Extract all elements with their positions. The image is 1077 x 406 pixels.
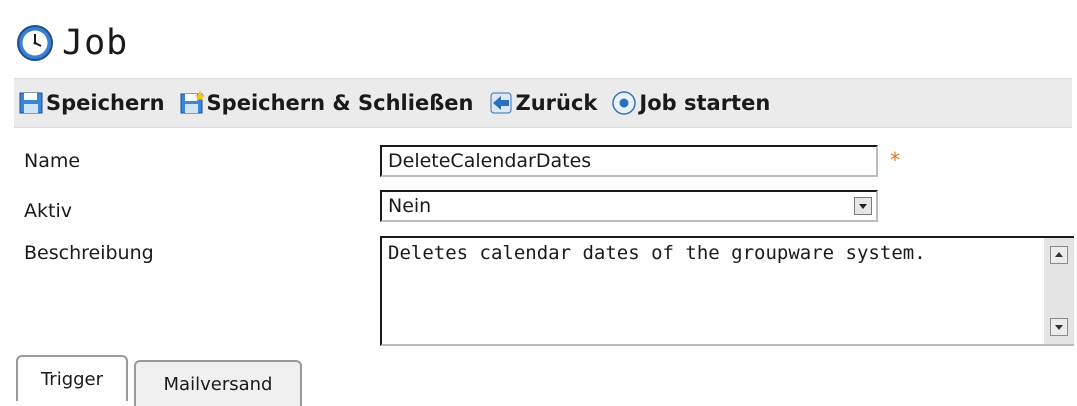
save-close-button[interactable]: Speichern & Schließen [179,90,474,116]
name-label: Name [24,150,81,172]
back-arrow-icon [488,90,514,116]
save-button-label: Speichern [46,91,165,115]
save-button[interactable]: Speichern [18,90,165,116]
save-close-icon [179,90,205,116]
active-label: Aktiv [24,200,72,222]
page-header: Job [16,18,128,68]
page-title: Job [62,23,129,63]
tab-trigger[interactable]: Trigger [16,355,128,401]
scroll-down-icon[interactable] [1050,318,1068,336]
start-job-button[interactable]: Job starten [611,90,770,116]
tab-mailversand[interactable]: Mailversand [134,360,302,406]
save-icon [18,90,44,116]
active-select[interactable]: Nein [380,190,878,222]
name-field[interactable]: DeleteCalendarDates [380,145,878,177]
back-button[interactable]: Zurück [488,90,598,116]
description-scrollbar[interactable] [1044,238,1074,344]
description-text: Deletes calendar dates of the groupware … [388,242,926,264]
description-label: Beschreibung [24,242,154,264]
save-close-button-label: Speichern & Schließen [206,91,474,115]
toolbar: Speichern Speichern & Schließen Zurück J… [14,78,1072,128]
back-button-label: Zurück [515,91,598,115]
clock-icon [16,24,54,62]
active-select-value: Nein [388,195,432,217]
chevron-down-icon[interactable] [854,197,872,215]
scroll-up-icon[interactable] [1050,246,1068,264]
start-job-button-label: Job starten [639,91,771,115]
start-icon [611,90,637,116]
required-marker: * [890,148,900,172]
description-textarea[interactable]: Deletes calendar dates of the groupware … [380,236,1074,346]
